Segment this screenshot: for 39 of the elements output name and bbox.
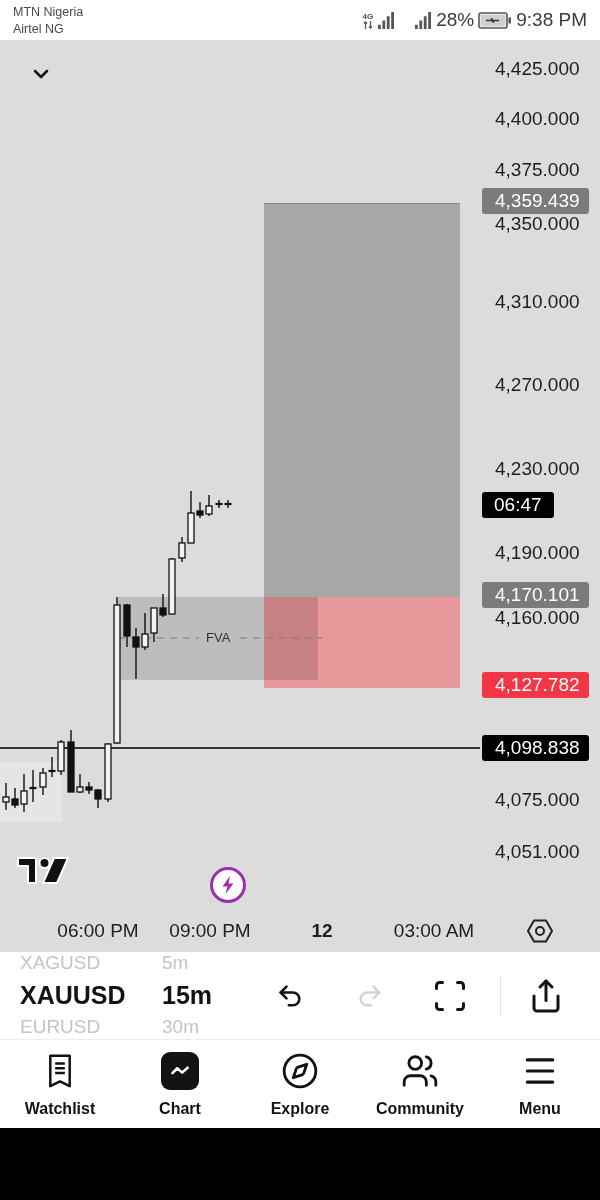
nav-tab[interactable]: Explore <box>240 1040 360 1128</box>
price-tag: 4,127.782 <box>482 672 589 699</box>
price-label: 4,375.000 <box>494 159 580 180</box>
price-label: 4,051.000 <box>494 841 580 862</box>
price-label: 4,350.000 <box>494 214 580 235</box>
price-label: 4,425.000 <box>494 59 580 79</box>
settings-icon[interactable] <box>526 918 554 944</box>
time-label: 06:00 PM <box>57 920 139 942</box>
lightning-icon[interactable] <box>209 866 247 904</box>
clock-time: 9:38 PM <box>516 9 587 31</box>
nav-tab[interactable]: Menu <box>480 1040 600 1128</box>
price-tag: 4,098.838 <box>482 734 589 761</box>
price-tag: 4,170.101 <box>482 582 589 608</box>
battery-percent: 28% <box>436 9 475 31</box>
signal-icon <box>415 11 433 29</box>
data-arrows-icon <box>362 20 373 29</box>
time-label: 09:00 PM <box>169 920 251 942</box>
carrier-name: MTN Nigeria <box>13 4 84 19</box>
price-label: 4,270.000 <box>494 375 580 396</box>
signal-icon <box>378 11 396 29</box>
price-label: 4,310.000 <box>494 292 580 313</box>
countdown-tag: 06:47 <box>482 492 554 518</box>
price-tag: 4,359.439 <box>482 188 589 215</box>
interval-option[interactable]: 15m <box>162 981 250 1009</box>
carrier-name: Airtel NG <box>13 21 65 36</box>
battery-charging-icon <box>478 11 513 29</box>
price-label: 4,190.000 <box>494 542 580 563</box>
price-label: 4,160.000 <box>494 608 580 628</box>
symbol-option[interactable]: XAUUSD <box>20 981 162 1009</box>
network-type: 4G <box>362 11 374 21</box>
time-label: 03:00 AM <box>393 920 475 942</box>
nav-tab[interactable]: Chart <box>120 1040 240 1128</box>
price-label: 4,400.000 <box>494 109 580 130</box>
nav-tab[interactable]: Community <box>360 1040 480 1128</box>
zone-label: FVA <box>206 630 231 646</box>
price-label: 4,075.000 <box>494 789 580 810</box>
time-label: 12 <box>311 920 333 942</box>
nav-tab[interactable]: Watchlist <box>0 1040 120 1128</box>
price-label: 4,230.000 <box>494 458 580 479</box>
